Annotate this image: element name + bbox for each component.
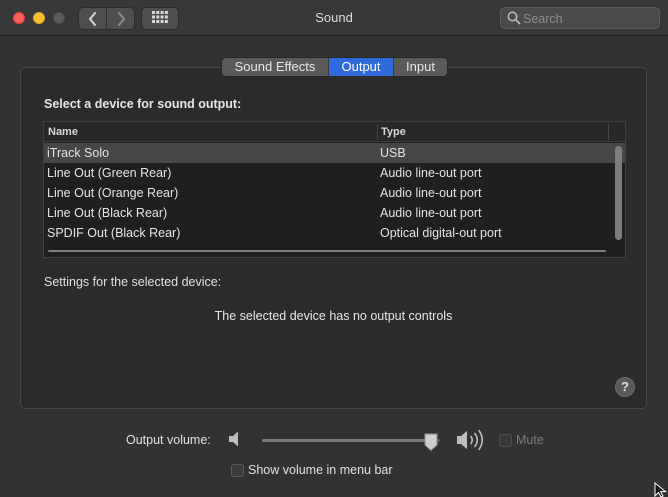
device-name: SPDIF Out (Black Rear) bbox=[47, 226, 181, 240]
volume-level-fill bbox=[262, 439, 432, 442]
close-button[interactable] bbox=[13, 12, 25, 24]
search-icon bbox=[507, 11, 521, 30]
device-type: Audio line-out port bbox=[380, 186, 482, 200]
back-button[interactable] bbox=[79, 8, 106, 29]
column-divider[interactable] bbox=[377, 124, 378, 140]
tab-sound-effects[interactable]: Sound Effects bbox=[222, 58, 328, 76]
title-bar: Sound bbox=[0, 0, 668, 36]
speaker-low-icon bbox=[228, 430, 244, 453]
zoom-button bbox=[53, 12, 65, 24]
table-row[interactable]: Line Out (Orange Rear) Audio line-out po… bbox=[44, 183, 625, 203]
minimize-button[interactable] bbox=[33, 12, 45, 24]
search-field[interactable] bbox=[500, 7, 660, 29]
output-volume-label: Output volume: bbox=[126, 433, 211, 447]
navigation-buttons bbox=[78, 7, 135, 30]
chevron-right-icon bbox=[116, 11, 126, 26]
table-row[interactable]: SPDIF Out (Black Rear) Optical digital-o… bbox=[44, 223, 625, 243]
mouse-cursor-icon bbox=[654, 481, 668, 497]
device-type: Audio line-out port bbox=[380, 206, 482, 220]
table-body: iTrack Solo USB Line Out (Green Rear) Au… bbox=[44, 143, 625, 243]
device-table: Name Type iTrack Solo USB Line Out (Gree… bbox=[43, 121, 626, 258]
column-header-type[interactable]: Type bbox=[381, 126, 406, 138]
forward-button[interactable] bbox=[106, 8, 134, 29]
output-volume-slider[interactable] bbox=[262, 439, 440, 442]
device-type: USB bbox=[380, 146, 406, 160]
tab-bar: Sound Effects Output Input bbox=[221, 57, 448, 77]
show-volume-in-menubar-checkbox[interactable] bbox=[231, 464, 244, 477]
chevron-left-icon bbox=[88, 11, 98, 26]
table-row[interactable]: Line Out (Black Rear) Audio line-out por… bbox=[44, 203, 625, 223]
table-row[interactable]: iTrack Solo USB bbox=[44, 143, 625, 163]
search-input[interactable] bbox=[523, 10, 653, 27]
vertical-scrollbar[interactable] bbox=[615, 146, 622, 240]
device-name: Line Out (Black Rear) bbox=[47, 206, 168, 220]
show-volume-in-menubar-label: Show volume in menu bar bbox=[248, 463, 393, 477]
device-name: iTrack Solo bbox=[47, 146, 110, 160]
output-panel: Select a device for sound output: Name T… bbox=[20, 67, 647, 409]
sound-preferences-window: Sound Sound Effects Output Input Select … bbox=[0, 0, 668, 497]
mute-label: Mute bbox=[516, 433, 544, 447]
device-type: Optical digital-out port bbox=[380, 226, 502, 240]
device-name: Line Out (Orange Rear) bbox=[47, 186, 179, 200]
speaker-high-icon bbox=[456, 428, 490, 457]
horizontal-scrollbar[interactable] bbox=[48, 250, 606, 252]
column-divider bbox=[608, 124, 609, 140]
device-type: Audio line-out port bbox=[380, 166, 482, 180]
table-header: Name Type bbox=[44, 122, 625, 142]
table-row[interactable]: Line Out (Green Rear) Audio line-out por… bbox=[44, 163, 625, 183]
column-header-name[interactable]: Name bbox=[48, 126, 78, 138]
no-controls-message: The selected device has no output contro… bbox=[214, 309, 453, 323]
device-list-heading: Select a device for sound output: bbox=[44, 97, 242, 111]
tab-output[interactable]: Output bbox=[328, 58, 393, 76]
grid-icon bbox=[152, 10, 168, 28]
settings-label: Settings for the selected device: bbox=[44, 275, 222, 289]
help-button[interactable]: ? bbox=[615, 377, 635, 397]
show-all-button[interactable] bbox=[141, 7, 179, 30]
volume-slider-thumb[interactable] bbox=[423, 432, 439, 457]
mute-checkbox[interactable] bbox=[499, 434, 512, 447]
device-name: Line Out (Green Rear) bbox=[47, 166, 172, 180]
tab-input[interactable]: Input bbox=[393, 58, 447, 76]
